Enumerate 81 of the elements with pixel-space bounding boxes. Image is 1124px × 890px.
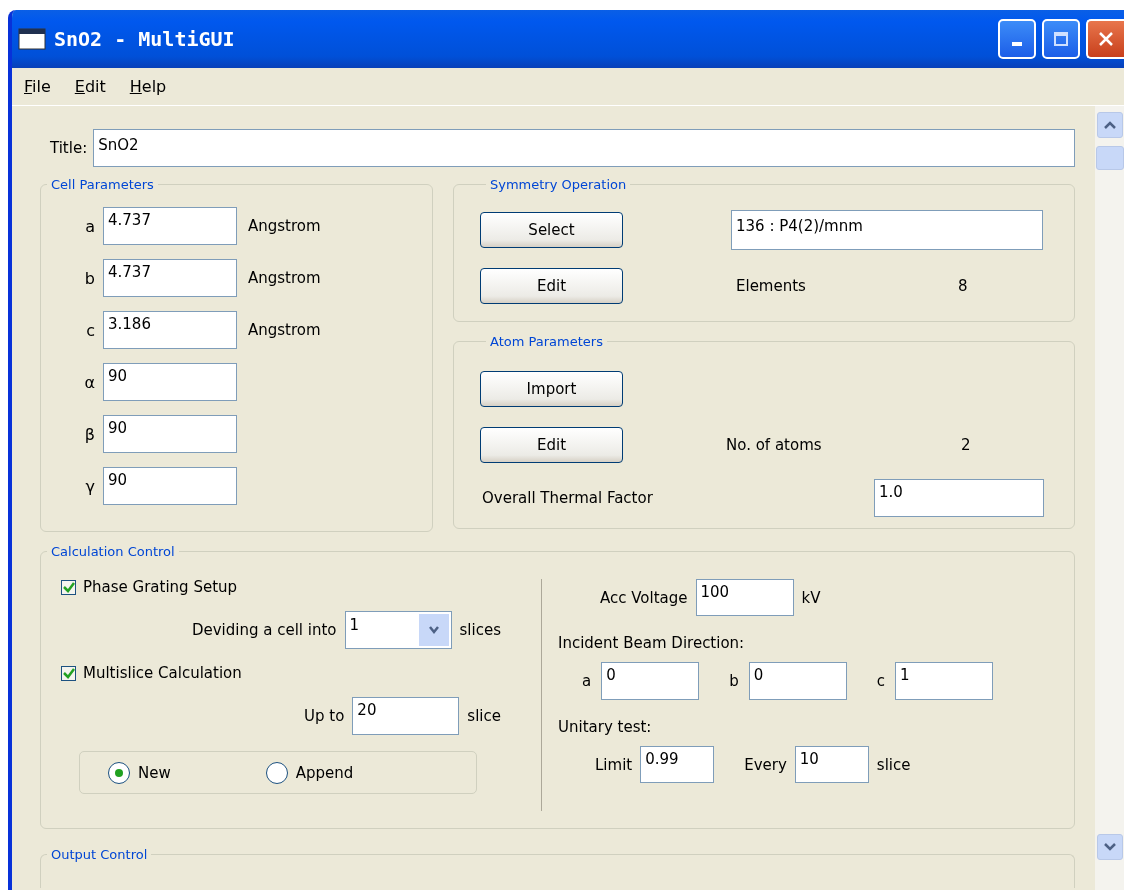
dividing-label: Deviding a cell into [191, 621, 337, 639]
close-button[interactable] [1086, 19, 1124, 59]
limit-label: Limit [595, 755, 633, 774]
radio-label: New [138, 763, 171, 782]
radio-label: Append [295, 763, 354, 782]
scrollbar[interactable] [1095, 106, 1124, 890]
thermal-factor-field[interactable]: 1.0 [874, 479, 1044, 517]
chevron-down-icon [427, 625, 440, 635]
thermal-factor-label: Overall Thermal Factor [482, 489, 653, 507]
unit-label: slices [459, 621, 501, 639]
parameter-field[interactable]: 90 [103, 467, 237, 505]
axis-label: a [582, 672, 592, 690]
parameter-field[interactable]: 4.737 [103, 207, 237, 245]
radio-button[interactable] [108, 761, 130, 784]
parameter-label: β [83, 424, 96, 444]
direction-field[interactable]: 1 [895, 662, 993, 700]
menu-item[interactable]: File [24, 77, 51, 96]
group-title: Calculation Control [50, 544, 176, 559]
select-button[interactable]: Select [480, 212, 623, 248]
group-title: Cell Parameters [50, 177, 155, 192]
parameter-field[interactable]: 4.737 [103, 259, 237, 297]
every-field[interactable]: 10 [794, 746, 869, 783]
direction-field[interactable]: 0 [748, 662, 847, 700]
unit-label: slice [467, 707, 501, 725]
parameter-label: b [83, 268, 96, 288]
checkbox[interactable] [61, 579, 76, 595]
parameter-field[interactable]: 90 [103, 363, 237, 401]
beam-direction-label: Incident Beam Direction: [558, 634, 746, 652]
elements-count: 8 [958, 277, 968, 295]
space-group-field[interactable]: 136 : P4(2)/mnm [731, 210, 1043, 250]
parameter-label: a [84, 216, 96, 236]
checkbox-label: Multislice Calculation [83, 664, 242, 682]
unit-label: kV [801, 588, 821, 607]
direction-field[interactable]: 0 [601, 662, 700, 700]
maximize-button[interactable] [1042, 19, 1080, 59]
parameter-field[interactable]: 3.186 [103, 311, 237, 349]
import-button[interactable]: Import [480, 371, 623, 407]
menu-item[interactable]: Edit [74, 77, 106, 96]
axis-label: c [876, 672, 885, 690]
unit-label: Angstrom [248, 321, 321, 339]
chevron-down-icon [1102, 842, 1117, 852]
menu-item[interactable]: Help [129, 77, 167, 96]
scroll-down-button[interactable] [1096, 834, 1123, 860]
atom-count-label: No. of atoms [726, 436, 823, 454]
acc-voltage-field[interactable]: 100 [695, 579, 794, 616]
edit-button[interactable]: Edit [480, 427, 623, 463]
axis-label: b [729, 672, 739, 690]
window-title: SnO2 - MultiGUI [54, 27, 235, 51]
slice-count-field[interactable]: 20 [352, 697, 460, 735]
scroll-up-button[interactable] [1096, 112, 1123, 138]
atom-count: 2 [961, 436, 971, 454]
edit-button[interactable]: Edit [480, 268, 623, 304]
close-icon [1098, 31, 1114, 47]
unit-label: slice [876, 755, 911, 774]
parameter-field[interactable]: 90 [103, 415, 237, 453]
parameter-label: c [85, 320, 96, 340]
checkbox[interactable] [61, 665, 76, 681]
unit-label: Angstrom [248, 217, 321, 235]
up-to-label: Up to [304, 707, 345, 725]
limit-field[interactable]: 0.99 [640, 746, 715, 783]
minimize-icon [1012, 42, 1022, 46]
scroll-thumb[interactable] [1095, 146, 1124, 170]
chevron-up-icon [1102, 120, 1117, 130]
slices-dropdown[interactable]: 1 [344, 611, 452, 649]
unit-label: Angstrom [248, 269, 321, 287]
parameter-label: γ [84, 476, 96, 496]
checkbox-label: Phase Grating Setup [83, 578, 238, 596]
group-title: Atom Parameters [489, 334, 604, 349]
radio-button[interactable] [265, 761, 288, 784]
title-field[interactable]: SnO2 [93, 129, 1075, 167]
group-title: Output Control [50, 847, 149, 862]
group-title: Symmetry Operation [489, 177, 628, 192]
unitary-test-label: Unitary test: [558, 718, 653, 736]
window-icon [18, 28, 46, 50]
every-label: Every [744, 755, 787, 774]
elements-label: Elements [736, 277, 807, 295]
maximize-icon [1053, 31, 1069, 47]
parameter-label: α [83, 372, 96, 392]
acc-voltage-label: Acc Voltage [600, 588, 688, 607]
title-label: Title: [50, 139, 88, 157]
minimize-button[interactable] [998, 19, 1036, 59]
